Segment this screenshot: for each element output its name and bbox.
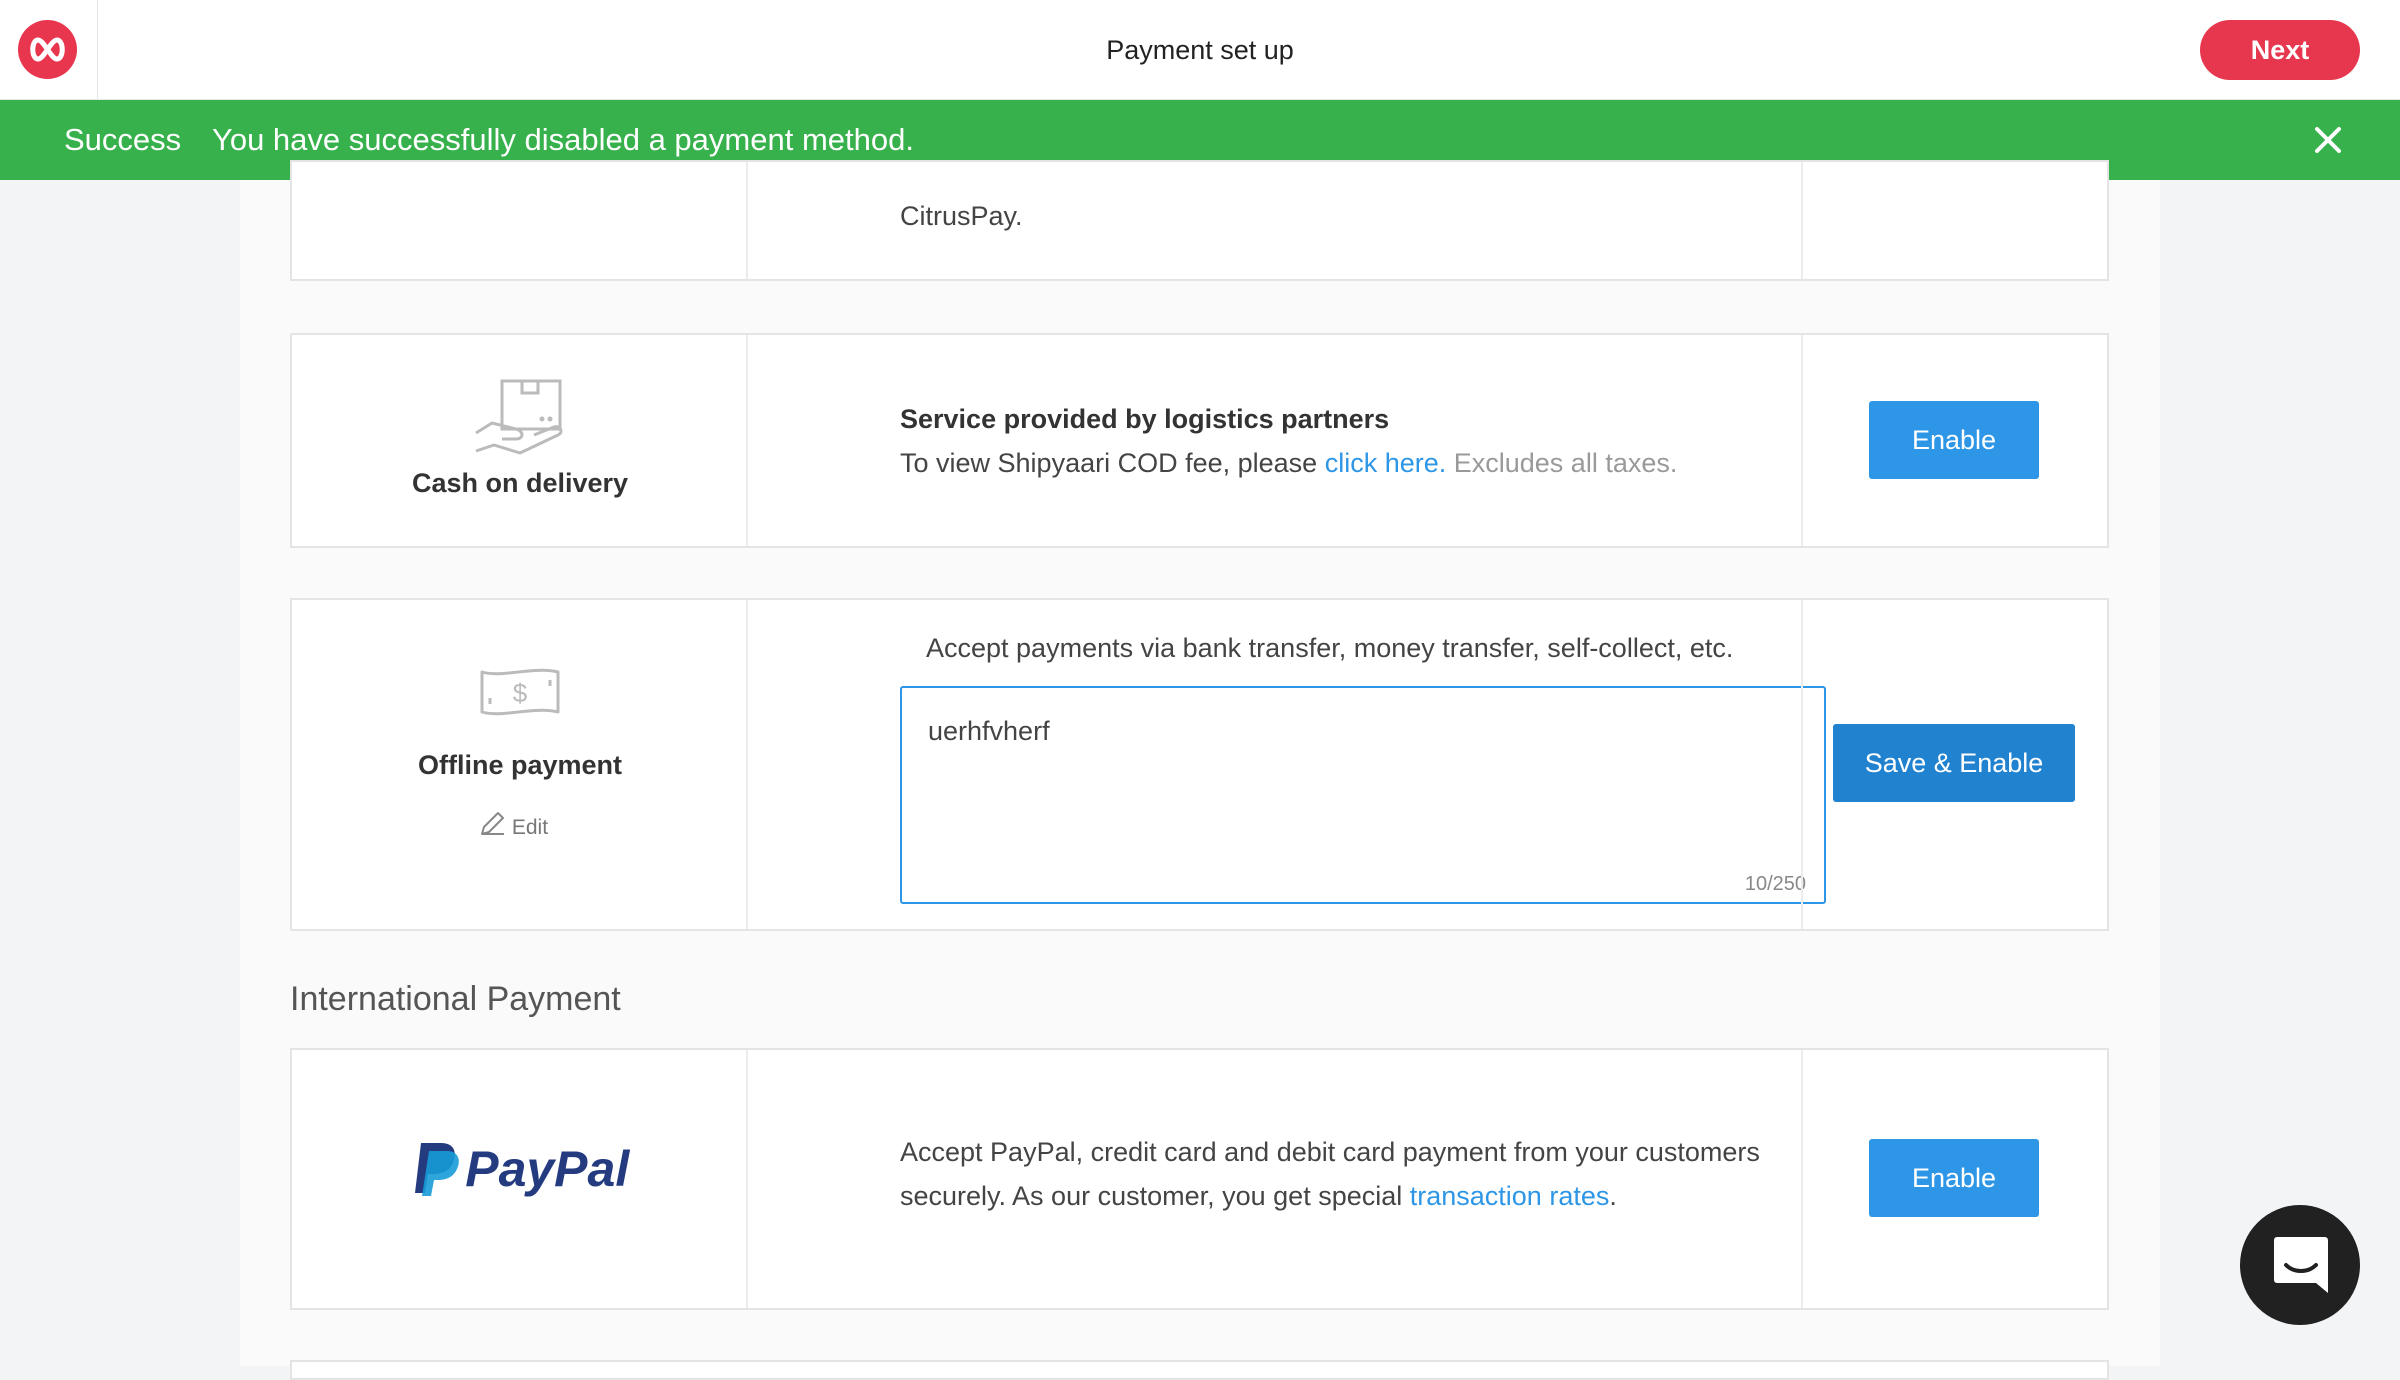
cod-card: Cash on delivery Service provided by log… bbox=[290, 333, 2109, 548]
citruspay-card: CitrusPay. bbox=[290, 160, 2109, 281]
top-bar: Payment set up Next bbox=[0, 0, 2400, 100]
international-payment-title: International Payment bbox=[290, 980, 621, 1018]
svg-text:$: $ bbox=[513, 678, 528, 708]
offline-payment-card: $ Offline payment Edit Accept payments v… bbox=[290, 598, 2109, 931]
citruspay-description: CitrusPay. bbox=[900, 201, 1023, 231]
paypal-description: Accept PayPal, credit card and debit car… bbox=[900, 1137, 1760, 1211]
paypal-card: PayPal Accept PayPal, credit card and de… bbox=[290, 1048, 2109, 1310]
offline-input-value: uerhfvherf bbox=[928, 716, 1050, 746]
offline-description: Accept payments via bank transfer, money… bbox=[926, 633, 1734, 663]
paypal-p-icon bbox=[414, 1143, 459, 1196]
offline-payment-label: Offline payment bbox=[417, 750, 623, 780]
chat-icon bbox=[2274, 1237, 2328, 1293]
next-button[interactable]: Next bbox=[2200, 20, 2360, 80]
transaction-rates-link[interactable]: transaction rates bbox=[1410, 1181, 1610, 1211]
pencil-icon bbox=[481, 812, 504, 835]
paypal-logo: PayPal bbox=[292, 1140, 748, 1198]
next-card-edge bbox=[290, 1360, 2109, 1380]
close-icon[interactable] bbox=[2310, 122, 2346, 158]
cod-label: Cash on delivery bbox=[411, 468, 629, 498]
cash-on-delivery-icon bbox=[475, 379, 563, 455]
cod-enable-button[interactable]: Enable bbox=[1869, 401, 2039, 479]
offline-instructions-input[interactable]: uerhfvherf 10/250 bbox=[900, 686, 1826, 904]
paypal-enable-button[interactable]: Enable bbox=[1869, 1139, 2039, 1217]
click-here-link[interactable]: click here. bbox=[1325, 448, 1447, 478]
cod-description: Service provided by logistics partners T… bbox=[900, 397, 1677, 485]
edit-link[interactable]: Edit bbox=[478, 810, 548, 840]
cod-heading: Service provided by logistics partners bbox=[900, 404, 1390, 434]
page-title: Payment set up bbox=[1106, 35, 1294, 65]
banner-title: Success bbox=[64, 122, 182, 157]
save-and-enable-button[interactable]: Save & Enable bbox=[1833, 724, 2075, 802]
cash-note-icon: $ bbox=[480, 668, 560, 716]
char-counter: 10/250 bbox=[1744, 873, 1806, 895]
payment-methods-panel: CitrusPay. Cash on delivery Service prov… bbox=[240, 160, 2160, 1380]
cod-fee-line: To view Shipyaari COD fee, please click … bbox=[900, 448, 1678, 478]
chat-widget-button[interactable] bbox=[2240, 1205, 2360, 1325]
